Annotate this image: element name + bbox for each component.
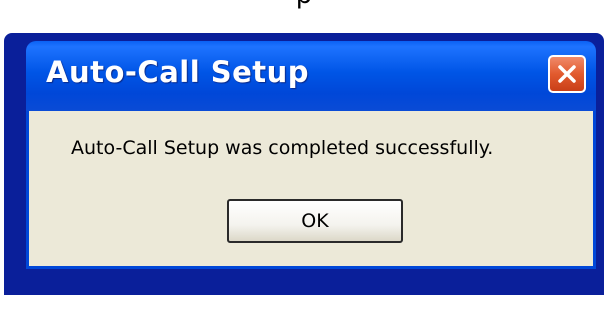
close-icon bbox=[558, 65, 576, 83]
dialog-message: Auto-Call Setup was completed successful… bbox=[71, 137, 494, 159]
background-text: p bbox=[0, 0, 608, 10]
title-bar[interactable]: Auto-Call Setup bbox=[26, 41, 596, 111]
dialog-content: Auto-Call Setup was completed successful… bbox=[26, 111, 596, 269]
dialog-title: Auto-Call Setup bbox=[46, 55, 310, 89]
close-button[interactable] bbox=[548, 55, 586, 93]
ok-button-label: OK bbox=[301, 210, 329, 232]
dialog-window: Auto-Call Setup Auto-Call Setup was comp… bbox=[4, 33, 604, 295]
ok-button[interactable]: OK bbox=[227, 199, 403, 243]
